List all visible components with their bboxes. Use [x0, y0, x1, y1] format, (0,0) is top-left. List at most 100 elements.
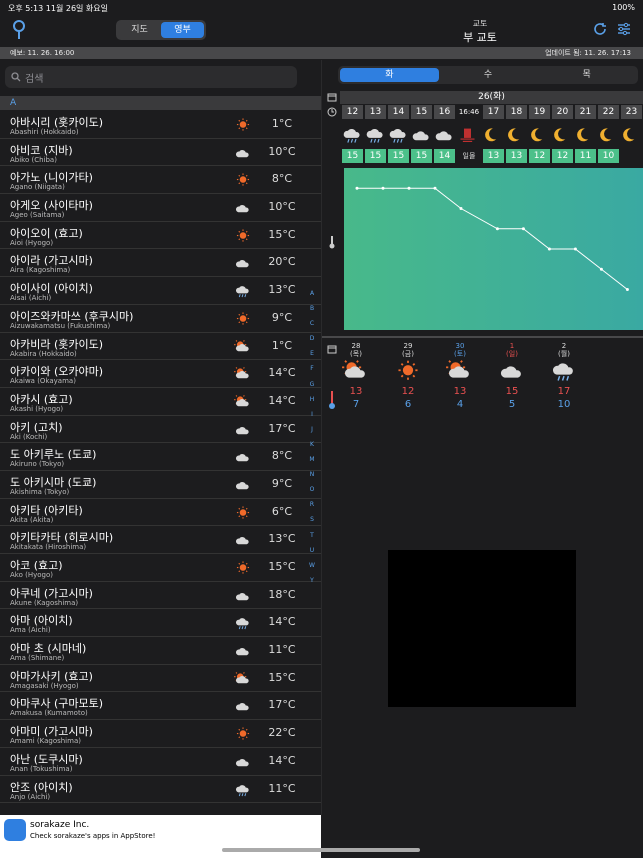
- day-date: 1: [509, 342, 515, 350]
- location-pin-icon[interactable]: [12, 20, 26, 40]
- hour-temp: 12: [552, 149, 573, 163]
- city-row[interactable]: 아이오이 (효고) Aioi (Hyogo) 15°C: [0, 222, 321, 250]
- city-row[interactable]: 안조 (아이치) Anjo (Aichi) 11°C: [0, 776, 321, 804]
- section-header: A: [0, 96, 321, 110]
- index-letter[interactable]: I: [307, 411, 317, 426]
- hour-cell: 23: [621, 105, 642, 119]
- index-letter[interactable]: A: [307, 290, 317, 305]
- cloud-icon: [234, 588, 252, 602]
- city-row[interactable]: 아게오 (사이타마) Ageo (Saitama) 10°C: [0, 194, 321, 222]
- sun-cloud-icon: [234, 338, 252, 353]
- city-row[interactable]: 아이즈와카마쓰 (후쿠시마) Aizuwakamatsu (Fukushima) 9…: [0, 305, 321, 333]
- city-row[interactable]: 아바시리 (홋카이도) Abashiri (Hokkaido) 1°C: [0, 111, 321, 139]
- hour-temp: 13: [483, 149, 504, 163]
- city-row[interactable]: 아카비라 (홋카이도) Akabira (Hokkaido) 1°C: [0, 333, 321, 361]
- city-row[interactable]: 아난 (도쿠시마) Anan (Tokushima) 14°C: [0, 748, 321, 776]
- hour-cell: 16:46: [458, 108, 480, 116]
- daily-column[interactable]: 28 (목) 13 7: [336, 342, 376, 410]
- city-row[interactable]: 아카이와 (오카야마) Akaiwa (Okayama) 14°C: [0, 360, 321, 388]
- city-row[interactable]: 도 아키시마 (도쿄) Akishima (Tokyo) 9°C: [0, 471, 321, 499]
- city-row[interactable]: 아마가사키 (효고) Amagasaki (Hyogo) 15°C: [0, 665, 321, 693]
- city-temp: 9°C: [271, 310, 293, 324]
- index-letter[interactable]: J: [307, 426, 317, 441]
- city-row[interactable]: 아키타카타 (히로시마) Akitakata (Hiroshima) 13°C: [0, 526, 321, 554]
- index-letter[interactable]: C: [307, 320, 317, 335]
- sun-cloud-icon: [234, 393, 252, 408]
- city-row[interactable]: 아쿠네 (가고시마) Akune (Kagoshima) 18°C: [0, 582, 321, 610]
- city-row[interactable]: 아마미 (가고시마) Amami (Kagoshima) 22°C: [0, 720, 321, 748]
- city-row[interactable]: 아이사이 (아이치) Aisai (Aichi) 13°C: [0, 277, 321, 305]
- cloud-icon: [234, 449, 252, 463]
- index-letter[interactable]: Y: [307, 577, 317, 592]
- sun-cloud-icon: [342, 357, 370, 382]
- city-row[interactable]: 아가노 (니이가타) Agano (Niigata) 8°C: [0, 166, 321, 195]
- city-row[interactable]: 도 아키루노 (도쿄) Akiruno (Tokyo) 8°C: [0, 443, 321, 471]
- index-letter[interactable]: R: [307, 501, 317, 516]
- city-name-en: Akishima (Tokyo): [10, 487, 70, 496]
- city-row[interactable]: 아키타 (아키타) Akita (Akita) 6°C: [0, 499, 321, 527]
- settings-sliders-icon[interactable]: [617, 22, 631, 36]
- index-letter[interactable]: M: [307, 456, 317, 471]
- daily-column[interactable]: 1 (일) 15 5: [492, 342, 532, 410]
- city-row[interactable]: 아마 초 (시마네) Ama (Shimane) 11°C: [0, 637, 321, 665]
- city-temp: 13°C: [268, 283, 296, 297]
- sorakaze-logo-icon: [4, 819, 26, 841]
- daily-low: 10: [557, 399, 571, 410]
- tab-thu[interactable]: 목: [537, 68, 636, 82]
- city-row[interactable]: 아마쿠사 (구마모토) Amakusa (Kumamoto) 17°C: [0, 692, 321, 721]
- city-list: 아바시리 (홋카이도) Abashiri (Hokkaido) 1°C 아비코 (지바…: [0, 111, 321, 804]
- alphabet-index[interactable]: ABCDEFGHIJKMNORSTUWY: [307, 290, 317, 592]
- index-letter[interactable]: K: [307, 441, 317, 456]
- city-row[interactable]: 아이라 (가고시마) Aira (Kagoshima) 20°C: [0, 249, 321, 278]
- daily-high: 13: [349, 386, 363, 397]
- tab-tue[interactable]: 화: [340, 68, 439, 82]
- hour-temp: 15: [411, 149, 432, 163]
- index-letter[interactable]: U: [307, 547, 317, 562]
- index-letter[interactable]: G: [307, 381, 317, 396]
- city-row[interactable]: 아비코 (지바) Abiko (Chiba) 10°C: [0, 139, 321, 167]
- clock-icon: [327, 107, 337, 117]
- current-location: 교토 부 교토: [430, 18, 530, 45]
- battery-level: 100%: [612, 3, 635, 12]
- city-name-en: Akashi (Hyogo): [10, 404, 64, 413]
- index-letter[interactable]: W: [307, 562, 317, 577]
- city-row[interactable]: 아코 (효고) Ako (Hyogo) 15°C: [0, 554, 321, 582]
- city-temp: 18°C: [268, 587, 296, 601]
- forecast-pane: 화 수 목 26(화) 12 13 14 15 16 16:46 17 18 19 20 21 22 2…: [322, 60, 643, 815]
- index-letter[interactable]: H: [307, 396, 317, 411]
- index-letter[interactable]: F: [307, 365, 317, 380]
- index-letter[interactable]: B: [307, 305, 317, 320]
- refresh-icon[interactable]: [593, 22, 607, 36]
- city-temp: 11°C: [268, 643, 296, 657]
- city-temp: 8°C: [271, 172, 293, 186]
- index-letter[interactable]: D: [307, 335, 317, 350]
- index-letter[interactable]: O: [307, 486, 317, 501]
- daily-column[interactable]: 30 (토) 13 4: [440, 342, 480, 410]
- city-temp: 14°C: [268, 615, 296, 629]
- section-divider: [322, 336, 643, 338]
- city-temp: 1°C: [271, 338, 293, 352]
- city-row[interactable]: 아마 (아이치) Ama (Aichi) 14°C: [0, 609, 321, 638]
- sun-icon: [234, 505, 252, 519]
- day-date: 2: [561, 342, 567, 350]
- hour-temp: 15: [365, 149, 386, 163]
- rain-icon: [234, 283, 252, 298]
- status-time-date: 오후 5:13 11월 26일 화요일: [8, 4, 109, 13]
- tab-wed[interactable]: 수: [439, 68, 538, 82]
- search-input[interactable]: 검색: [5, 66, 297, 88]
- index-letter[interactable]: S: [307, 516, 317, 531]
- hour-temp: 13: [506, 149, 527, 163]
- daily-column[interactable]: 29 (금) 12 6: [388, 342, 428, 410]
- daily-column[interactable]: 2 (월) 17 10: [544, 342, 584, 410]
- index-letter[interactable]: E: [307, 350, 317, 365]
- index-letter[interactable]: T: [307, 532, 317, 547]
- city-name-en: Anjo (Aichi): [10, 792, 51, 801]
- day-weekday: (일): [506, 350, 518, 358]
- city-name-en: Aira (Kagoshima): [10, 266, 71, 275]
- cloud-icon: [411, 126, 432, 144]
- index-letter[interactable]: N: [307, 471, 317, 486]
- map-segment[interactable]: 지도: [118, 22, 161, 38]
- list-segment[interactable]: 영부: [161, 22, 204, 38]
- city-row[interactable]: 아카시 (효고) Akashi (Hyogo) 14°C: [0, 388, 321, 416]
- city-row[interactable]: 아키 (고치) Aki (Kochi) 17°C: [0, 416, 321, 444]
